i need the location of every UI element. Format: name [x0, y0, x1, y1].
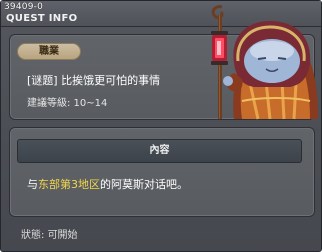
status-value: 可開始 [47, 230, 78, 241]
status-label: 狀態: [21, 230, 45, 241]
npc-portrait-icon [211, 5, 318, 120]
window-title: QUEST INFO [6, 13, 78, 24]
location-highlight[interactable]: 东部第3地区 [38, 178, 100, 191]
content-text-after: 的阿莫斯对话吧。 [100, 178, 188, 191]
quest-status: 狀態: 可開始 [21, 226, 78, 241]
content-text: 与东部第3地区的阿莫斯对话吧。 [27, 176, 188, 192]
content-text-before: 与 [27, 178, 38, 191]
level-requirement: 建議等級: 10~14 [27, 98, 108, 109]
quest-name: [谜题] 比挨饿更可怕的事情 [27, 74, 161, 87]
content-header: 內容 [17, 139, 302, 163]
quest-info-window: 39409-0 QUEST INFO 職業 [谜题] 比挨饿更可怕的事情 建議等… [0, 0, 322, 252]
job-badge: 職業 [17, 43, 81, 60]
quest-id: 39409-0 [4, 2, 44, 12]
